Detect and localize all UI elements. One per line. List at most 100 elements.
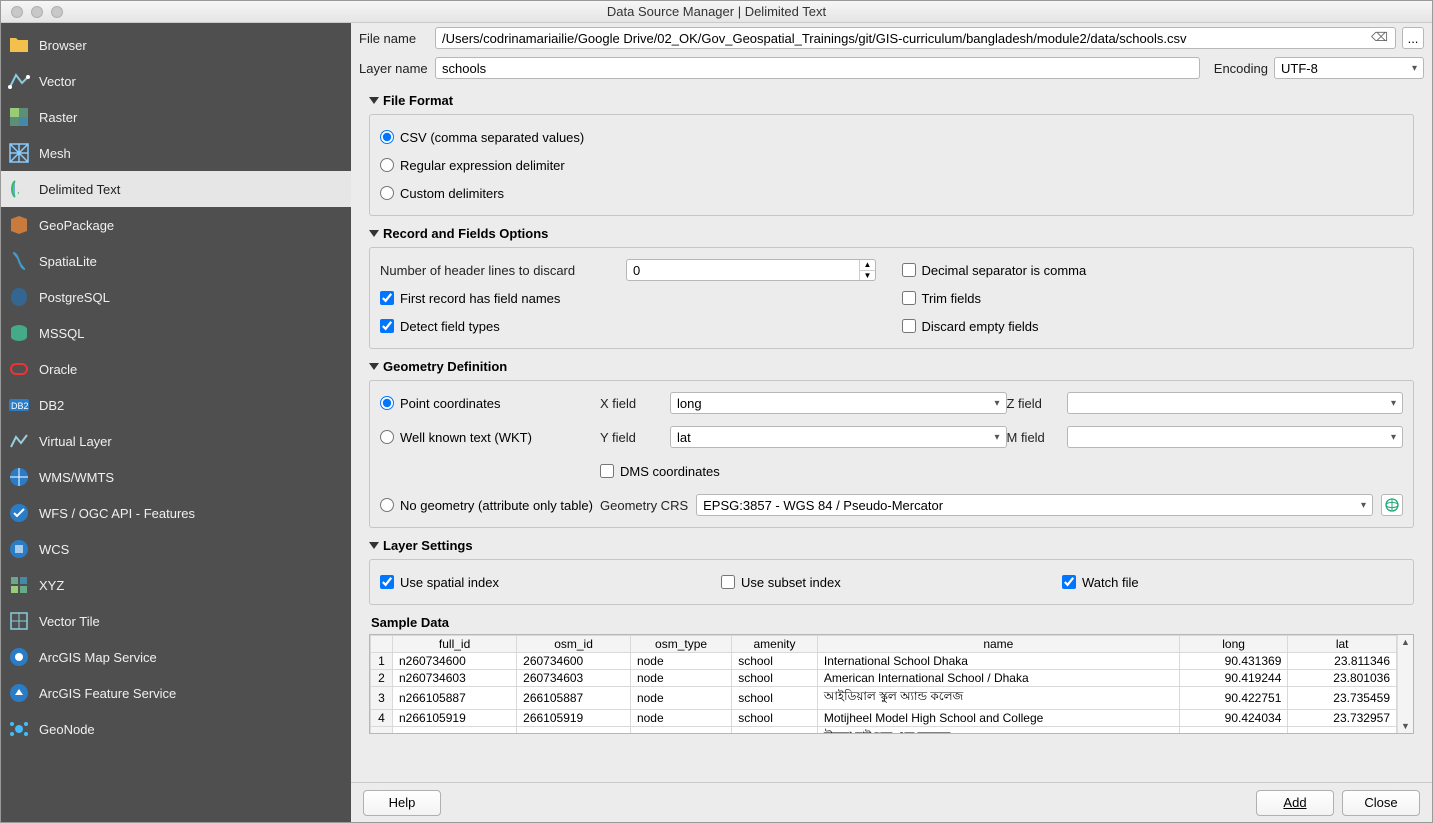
- sidebar-item-wms-wmts[interactable]: WMS/WMTS: [1, 459, 351, 495]
- crs-picker-button[interactable]: [1381, 494, 1403, 516]
- column-header[interactable]: full_id: [393, 636, 517, 653]
- crs-combo[interactable]: EPSG:3857 - WGS 84 / Pseudo-Mercator▾: [696, 494, 1373, 516]
- sidebar-item-geonode[interactable]: GeoNode: [1, 711, 351, 747]
- file-name-input[interactable]: [435, 27, 1396, 49]
- disclosure-triangle-icon: [369, 230, 379, 237]
- custom-radio[interactable]: Custom delimiters: [380, 179, 1403, 207]
- point-coords-radio[interactable]: Point coordinates: [380, 389, 600, 417]
- help-button[interactable]: Help: [363, 790, 441, 816]
- scroll-down-icon[interactable]: ▼: [1398, 719, 1413, 733]
- sample-data-label: Sample Data: [371, 615, 1412, 630]
- layer-name-input[interactable]: [435, 57, 1200, 79]
- sidebar-item-wfs-ogc-api-features[interactable]: WFS / OGC API - Features: [1, 495, 351, 531]
- file-format-header[interactable]: File Format: [369, 93, 1414, 108]
- y-field-label: Y field: [600, 430, 670, 445]
- crs-label: Geometry CRS: [600, 498, 688, 513]
- m-field-combo[interactable]: ▾: [1067, 426, 1404, 448]
- disclosure-triangle-icon: [369, 542, 379, 549]
- table-row[interactable]: 4n266105919266105919nodeschoolMotijheel …: [371, 710, 1397, 727]
- window-title: Data Source Manager | Delimited Text: [1, 4, 1432, 19]
- x-field-label: X field: [600, 396, 670, 411]
- sidebar-item-mesh[interactable]: Mesh: [1, 135, 351, 171]
- sidebar-item-label: GeoPackage: [39, 218, 114, 233]
- first-record-checkbox[interactable]: First record has field names: [380, 284, 882, 312]
- header-lines-spinner[interactable]: [626, 259, 876, 281]
- column-header[interactable]: lat: [1288, 636, 1397, 653]
- sidebar-item-arcgis-feature-service[interactable]: ArcGIS Feature Service: [1, 675, 351, 711]
- encoding-combo[interactable]: UTF-8▾: [1274, 57, 1424, 79]
- table-row[interactable]: 3n266105887266105887nodeschoolআইডিয়াল স…: [371, 687, 1397, 710]
- trim-fields-checkbox[interactable]: Trim fields: [902, 284, 1404, 312]
- column-header[interactable]: osm_id: [517, 636, 631, 653]
- sidebar-item-geopackage[interactable]: GeoPackage: [1, 207, 351, 243]
- sidebar-item-mssql[interactable]: MSSQL: [1, 315, 351, 351]
- watch-file-checkbox[interactable]: Watch file: [1062, 568, 1403, 596]
- column-header[interactable]: amenity: [732, 636, 818, 653]
- sidebar-item-postgresql[interactable]: PostgreSQL: [1, 279, 351, 315]
- sidebar-item-vector-tile[interactable]: Vector Tile: [1, 603, 351, 639]
- sidebar-item-virtual-layer[interactable]: Virtual Layer: [1, 423, 351, 459]
- table-row[interactable]: 1n260734600260734600nodeschoolInternatio…: [371, 653, 1397, 670]
- mssql-icon: [7, 321, 31, 345]
- column-header[interactable]: long: [1179, 636, 1288, 653]
- detect-types-checkbox[interactable]: Detect field types: [380, 312, 882, 340]
- geonode-icon: [7, 717, 31, 741]
- spin-down-icon[interactable]: ▼: [860, 270, 875, 281]
- mesh-icon: [7, 141, 31, 165]
- no-geometry-radio[interactable]: No geometry (attribute only table): [380, 491, 600, 519]
- sidebar-item-vector[interactable]: Vector: [1, 63, 351, 99]
- sidebar-item-browser[interactable]: Browser: [1, 27, 351, 63]
- sample-data-table[interactable]: full_idosm_idosm_typeamenitynamelonglat1…: [370, 635, 1397, 734]
- spin-up-icon[interactable]: ▲: [860, 260, 875, 270]
- close-button[interactable]: Close: [1342, 790, 1420, 816]
- y-field-combo[interactable]: lat▾: [670, 426, 1007, 448]
- column-header[interactable]: name: [817, 636, 1179, 653]
- sidebar-item-label: Virtual Layer: [39, 434, 112, 449]
- csv-radio[interactable]: CSV (comma separated values): [380, 123, 1403, 151]
- main-panel: File name ⌫ ... Layer name Encoding UTF-…: [351, 23, 1432, 822]
- close-window-icon[interactable]: [11, 6, 23, 18]
- add-button[interactable]: Add: [1256, 790, 1334, 816]
- discard-empty-checkbox[interactable]: Discard empty fields: [902, 312, 1404, 340]
- record-fields-header[interactable]: Record and Fields Options: [369, 226, 1414, 241]
- clear-file-icon[interactable]: ⌫: [1367, 30, 1392, 44]
- source-type-sidebar: Browser Vector RasterMesh,Delimited Text Ge…: [1, 23, 351, 822]
- layer-settings-header[interactable]: Layer Settings: [369, 538, 1414, 553]
- window-controls: [1, 6, 63, 18]
- table-row[interactable]: 5n363468052363468052nodeschoolউত্তরা হাই…: [371, 727, 1397, 735]
- sidebar-item-spatialite[interactable]: SpatiaLite: [1, 243, 351, 279]
- table-scrollbar[interactable]: ▲ ▼: [1397, 635, 1413, 733]
- dms-checkbox[interactable]: DMS coordinates: [600, 457, 720, 485]
- subset-index-checkbox[interactable]: Use subset index: [721, 568, 1062, 596]
- spatial-index-checkbox[interactable]: Use spatial index: [380, 568, 721, 596]
- arcgismap-icon: [7, 645, 31, 669]
- scroll-up-icon[interactable]: ▲: [1398, 635, 1413, 649]
- sidebar-item-delimited-text[interactable]: ,Delimited Text: [1, 171, 351, 207]
- z-field-combo[interactable]: ▾: [1067, 392, 1404, 414]
- encoding-label: Encoding: [1214, 61, 1268, 76]
- minimize-window-icon[interactable]: [31, 6, 43, 18]
- record-fields-section: Number of header lines to discard ▲ ▼ Fi: [369, 247, 1414, 349]
- sidebar-item-xyz[interactable]: XYZ: [1, 567, 351, 603]
- disclosure-triangle-icon: [369, 97, 379, 104]
- regex-radio[interactable]: Regular expression delimiter: [380, 151, 1403, 179]
- decimal-sep-checkbox[interactable]: Decimal separator is comma: [902, 256, 1404, 284]
- sidebar-item-db2[interactable]: DB2DB2: [1, 387, 351, 423]
- wkt-radio[interactable]: Well known text (WKT): [380, 423, 600, 451]
- sidebar-item-raster[interactable]: Raster: [1, 99, 351, 135]
- sidebar-item-label: Vector: [39, 74, 76, 89]
- oracle-icon: [7, 357, 31, 381]
- file-name-label: File name: [359, 31, 429, 46]
- sidebar-item-wcs[interactable]: WCS: [1, 531, 351, 567]
- file-format-section: CSV (comma separated values) Regular exp…: [369, 114, 1414, 216]
- spatialite-icon: [7, 249, 31, 273]
- browse-file-button[interactable]: ...: [1402, 27, 1424, 49]
- table-row[interactable]: 2n260734603260734603nodeschoolAmerican I…: [371, 670, 1397, 687]
- maximize-window-icon[interactable]: [51, 6, 63, 18]
- sidebar-item-label: ArcGIS Map Service: [39, 650, 157, 665]
- column-header[interactable]: osm_type: [630, 636, 731, 653]
- sidebar-item-oracle[interactable]: Oracle: [1, 351, 351, 387]
- sidebar-item-arcgis-map-service[interactable]: ArcGIS Map Service: [1, 639, 351, 675]
- x-field-combo[interactable]: long▾: [670, 392, 1007, 414]
- geometry-def-header[interactable]: Geometry Definition: [369, 359, 1414, 374]
